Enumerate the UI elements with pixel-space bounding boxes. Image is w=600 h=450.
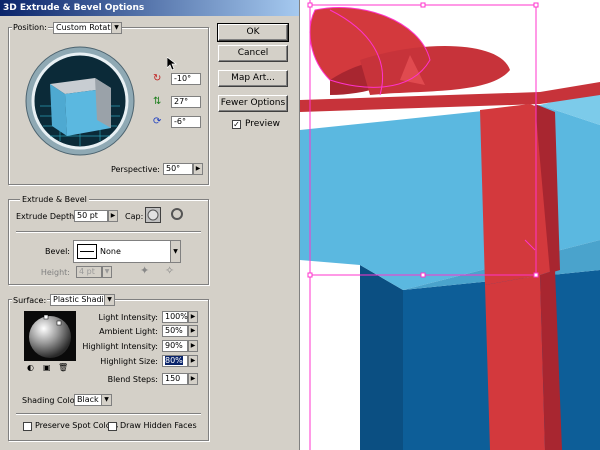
fewer-options-button[interactable]: Fewer Options [218, 95, 288, 112]
ambient-light-label: Ambient Light: [99, 327, 158, 336]
y-axis-rotate-icon: ⇅ [153, 96, 162, 107]
box-left-face [360, 265, 403, 450]
perspective-slider-button[interactable]: ▶ [193, 163, 203, 175]
highlight-intensity-slider-button[interactable]: ▶ [188, 340, 198, 352]
x-axis-rotate-icon: ↻ [153, 73, 162, 84]
position-label: Position: [12, 23, 48, 33]
gift-box-artwork [300, 0, 600, 450]
light-source-handle [43, 314, 49, 320]
bevel-height-input[interactable]: 4 pt [76, 266, 102, 278]
z-rotation-input[interactable]: -6° [171, 116, 201, 128]
perspective-label: Perspective: [110, 165, 160, 174]
preview-label: Preview [245, 119, 281, 129]
ambient-light-input[interactable]: 50% [162, 325, 188, 337]
preserve-spot-colors-label: Preserve Spot Colors [35, 421, 119, 430]
map-art-button[interactable]: Map Art... [218, 70, 288, 87]
cap-off-button[interactable] [170, 207, 186, 223]
chevron-down-icon: ▼ [111, 23, 121, 33]
extrude-depth-slider-button[interactable]: ▶ [108, 210, 118, 222]
chevron-down-icon: ▼ [101, 395, 111, 405]
lighting-sphere-preview[interactable] [24, 311, 76, 361]
new-light-icon[interactable]: ▣ [43, 363, 53, 373]
extrude-bevel-dialog: 3D Extrude & Bevel Options Position: Cus… [0, 0, 300, 450]
highlight-size-label: Highlight Size: [100, 357, 158, 366]
preview-checkbox[interactable]: ✓ [232, 120, 241, 129]
light-source-handle [56, 320, 62, 326]
draw-hidden-faces-label: Draw Hidden Faces [120, 421, 197, 430]
cancel-button[interactable]: Cancel [218, 45, 288, 62]
shading-color-label: Shading Color: [22, 396, 81, 405]
y-rotation-input[interactable]: 27° [171, 96, 201, 108]
shading-color-value: Black [77, 395, 99, 404]
bevel-dropdown[interactable]: None ▼ [73, 240, 181, 263]
blend-steps-input[interactable]: 150 [162, 373, 188, 385]
surface-label: Surface: [12, 296, 48, 306]
height-label: Height: [40, 268, 70, 277]
blend-steps-slider-button[interactable]: ▶ [188, 373, 198, 385]
bevel-out-button[interactable]: ✦ [140, 264, 154, 278]
surface-dropdown[interactable]: Plastic Shading ▼ [50, 294, 115, 306]
ok-button[interactable]: OK [217, 23, 289, 42]
blend-steps-label: Blend Steps: [107, 375, 158, 384]
chevron-down-icon: ▼ [170, 241, 180, 262]
x-rotation-input[interactable]: -10° [171, 73, 201, 85]
light-intensity-slider-button[interactable]: ▶ [188, 311, 198, 323]
mouse-cursor-icon [166, 56, 178, 74]
extrude-depth-label: Extrude Depth: [16, 212, 77, 221]
move-light-back-icon[interactable]: ◐ [27, 363, 39, 373]
rotation-trackball[interactable] [25, 46, 135, 156]
cap-on-button[interactable] [145, 207, 161, 223]
delete-light-icon[interactable]: 🗑 [58, 363, 68, 373]
ambient-light-slider-button[interactable]: ▶ [188, 325, 198, 337]
preserve-spot-colors-checkbox[interactable] [23, 422, 32, 431]
chevron-down-icon: ▼ [104, 295, 114, 305]
extrude-divider [16, 231, 201, 233]
highlight-intensity-input[interactable]: 90% [162, 340, 188, 352]
light-intensity-label: Light Intensity: [98, 313, 158, 322]
bevel-value: None [100, 247, 121, 256]
bevel-height-slider-button[interactable]: ▼ [102, 266, 112, 278]
extrude-bevel-title: Extrude & Bevel [20, 195, 89, 205]
bevel-label: Bevel: [45, 247, 70, 256]
artboard-canvas[interactable] [300, 0, 600, 450]
highlight-size-input[interactable]: 80% [162, 355, 188, 367]
surface-divider [16, 413, 201, 415]
z-axis-rotate-icon: ⟳ [153, 116, 162, 127]
perspective-input[interactable]: 50° [163, 163, 193, 175]
highlight-size-slider-button[interactable]: ▶ [188, 355, 198, 367]
dialog-title[interactable]: 3D Extrude & Bevel Options [0, 0, 299, 16]
shading-color-dropdown[interactable]: Black ▼ [74, 394, 112, 406]
bevel-in-button[interactable]: ✧ [165, 264, 179, 278]
light-intensity-input[interactable]: 100% [162, 311, 188, 323]
cap-label: Cap: [125, 212, 144, 221]
position-dropdown[interactable]: Custom Rotation ▼ [53, 22, 122, 34]
highlight-intensity-label: Highlight Intensity: [82, 342, 158, 351]
extrude-depth-input[interactable]: 50 pt [74, 210, 108, 222]
bevel-preview-icon [77, 244, 97, 259]
draw-hidden-faces-checkbox[interactable] [108, 422, 117, 431]
